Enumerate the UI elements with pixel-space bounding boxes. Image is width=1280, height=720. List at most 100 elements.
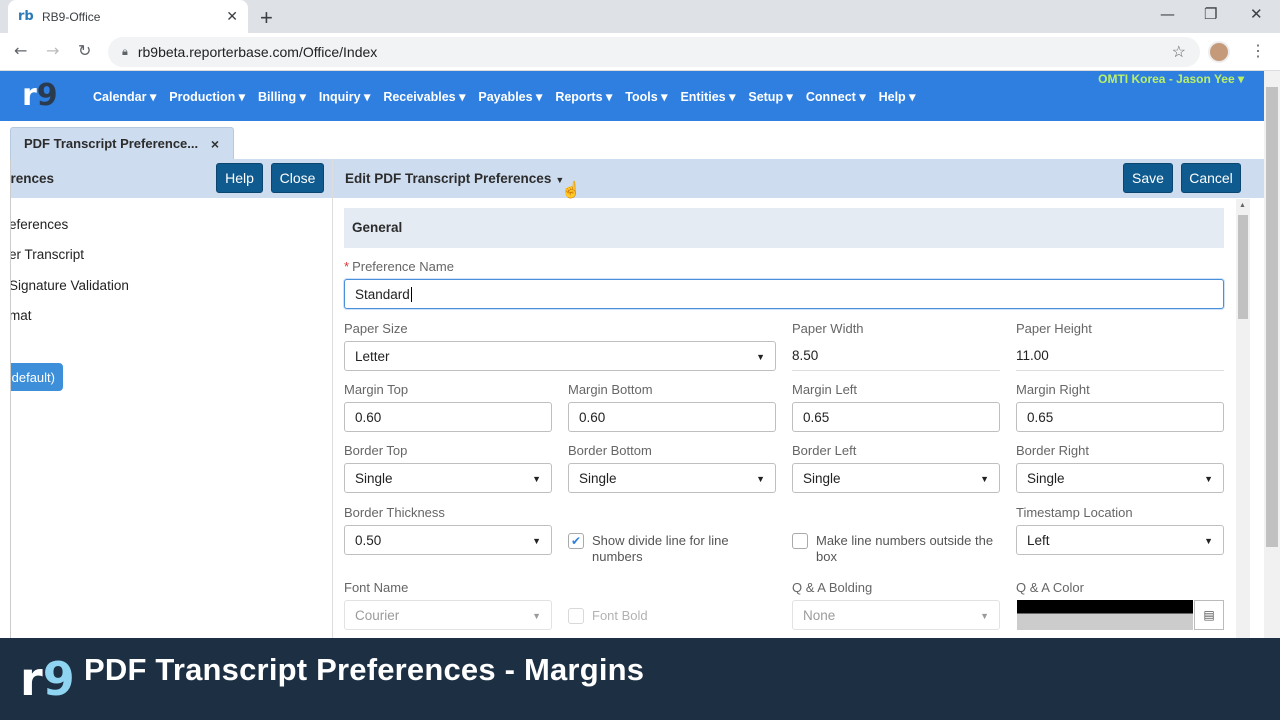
preference-name-input[interactable]: Standard <box>344 279 1224 309</box>
menu-item[interactable]: Help ▾ <box>879 89 916 104</box>
timestamp-location-select[interactable]: Left ▼ <box>1016 525 1224 555</box>
hand-cursor-icon: ☝ <box>561 182 581 199</box>
close-button[interactable]: Close <box>271 163 324 193</box>
document-tab[interactable]: PDF Transcript Preference... × <box>10 127 234 159</box>
page-scrollbar-thumb[interactable] <box>1266 87 1278 547</box>
restore-icon[interactable]: ❐ <box>1204 5 1217 23</box>
check-icon: ✔ <box>570 534 582 548</box>
save-button[interactable]: Save <box>1123 163 1173 193</box>
rb9-banner-logo: r9 <box>20 652 75 706</box>
margin-left-input[interactable]: 0.65 <box>792 402 1000 432</box>
forward-icon[interactable]: → <box>46 41 59 60</box>
dropdown-arrow-icon: ▼ <box>1204 536 1213 546</box>
menu-item[interactable]: Receivables ▾ <box>383 89 465 104</box>
window-close-icon[interactable]: ✕ <box>1250 5 1263 23</box>
border-bottom-select[interactable]: Single ▼ <box>568 463 776 493</box>
editor-header: Edit PDF Transcript Preferences ▼ Save Ca… <box>333 159 1264 198</box>
help-button[interactable]: Help <box>216 163 263 193</box>
cancel-button[interactable]: Cancel <box>1181 163 1241 193</box>
bookmark-star-icon[interactable]: ☆ <box>1172 42 1186 62</box>
document-tab-close-icon[interactable]: × <box>211 136 219 152</box>
section-general-header: General <box>344 208 1224 248</box>
font-bold-label: Font Bold <box>592 608 648 623</box>
margin-top-input[interactable]: 0.60 <box>344 402 552 432</box>
list-item[interactable]: eferences <box>11 217 68 232</box>
menu-item[interactable]: Setup ▾ <box>748 89 792 104</box>
document-tab-label: PDF Transcript Preference... <box>24 136 199 151</box>
dropdown-arrow-icon: ▼ <box>532 474 541 484</box>
menu-item[interactable]: Tools ▾ <box>625 89 667 104</box>
menu-item[interactable]: Connect ▾ <box>806 89 866 104</box>
menu-item[interactable]: Calendar ▾ <box>93 89 156 104</box>
browser-menu-icon[interactable]: ⋮ <box>1250 41 1266 61</box>
page-scrollbar[interactable] <box>1264 71 1280 638</box>
menu-item[interactable]: Billing ▾ <box>258 89 306 104</box>
timestamp-location-label: Timestamp Location <box>1016 505 1133 520</box>
paper-size-select[interactable]: Letter ▼ <box>344 341 776 371</box>
qa-bolding-select[interactable]: None ▼ <box>792 600 1000 630</box>
editor-title[interactable]: Edit PDF Transcript Preferences ▼ <box>345 171 564 186</box>
paper-height-value: 11.00 <box>1016 341 1224 371</box>
minimize-icon[interactable]: — <box>1160 5 1175 23</box>
rb9-logo[interactable]: r9 <box>22 71 62 121</box>
paper-width-value: 8.50 <box>792 341 1000 371</box>
margin-right-label: Margin Right <box>1016 382 1090 397</box>
paper-size-label: Paper Size <box>344 321 408 336</box>
dropdown-arrow-icon: ▼ <box>756 352 765 362</box>
show-divide-line-checkbox[interactable]: ✔ <box>568 533 584 549</box>
border-bottom-label: Border Bottom <box>568 443 652 458</box>
border-thickness-select[interactable]: 0.50 ▼ <box>344 525 552 555</box>
paper-height-label: Paper Height <box>1016 321 1092 336</box>
preference-name-label: * Preference Name <box>344 259 454 274</box>
color-picker-icon[interactable]: ▤ <box>1194 600 1224 630</box>
menu-item[interactable]: Payables ▾ <box>478 89 542 104</box>
menu-item[interactable]: Reports ▾ <box>555 89 612 104</box>
dropdown-arrow-icon: ▼ <box>532 611 541 621</box>
qa-bolding-label: Q & A Bolding <box>792 580 873 595</box>
browser-tab-strip: rb RB9-Office ✕ + — ❐ ✕ <box>0 0 1280 33</box>
close-tab-icon[interactable]: ✕ <box>226 8 238 25</box>
user-menu[interactable]: OMTI Korea - Jason Yee ▾ <box>1098 72 1244 86</box>
main-menu: Calendar ▾ Production ▾ Billing ▾ Inquiry ▾… <box>93 71 928 121</box>
new-tab-icon[interactable]: + <box>260 5 273 31</box>
margin-right-input[interactable]: 0.65 <box>1016 402 1224 432</box>
back-icon[interactable]: ← <box>14 41 27 60</box>
default-badge-button[interactable]: default) <box>11 363 63 391</box>
font-name-label: Font Name <box>344 580 409 595</box>
url-input[interactable]: 🔒︎ rb9beta.reporterbase.com/Office/Index… <box>108 37 1200 67</box>
border-left-select[interactable]: Single ▼ <box>792 463 1000 493</box>
reload-icon[interactable]: ↻ <box>78 41 91 60</box>
list-item[interactable]: mat <box>11 308 32 323</box>
menu-item[interactable]: Production ▾ <box>169 89 245 104</box>
video-title-banner: r9 PDF Transcript Preferences - Margins <box>0 638 1280 720</box>
list-item[interactable]: er Transcript <box>11 247 84 262</box>
form-scrollbar[interactable]: ▲ <box>1236 199 1250 638</box>
qa-color-swatch[interactable] <box>1017 600 1193 630</box>
line-numbers-outside-label: Make line numbers outside the box <box>816 533 994 564</box>
profile-avatar[interactable] <box>1208 41 1230 63</box>
list-pane-header: erences Help Close <box>11 159 332 198</box>
border-right-select[interactable]: Single ▼ <box>1016 463 1224 493</box>
font-bold-checkbox[interactable] <box>568 608 584 624</box>
url-text: rb9beta.reporterbase.com/Office/Index <box>137 44 378 60</box>
margin-top-label: Margin Top <box>344 382 409 397</box>
margin-bottom-input[interactable]: 0.60 <box>568 402 776 432</box>
menu-item[interactable]: Inquiry ▾ <box>319 89 370 104</box>
line-numbers-outside-checkbox[interactable] <box>792 533 808 549</box>
list-item[interactable]: Signature Validation <box>11 278 129 293</box>
border-top-select[interactable]: Single ▼ <box>344 463 552 493</box>
browser-tab-title: RB9-Office <box>42 9 101 24</box>
menu-item[interactable]: Entities ▾ <box>680 89 735 104</box>
favicon-icon: rb <box>18 8 34 24</box>
font-name-select[interactable]: Courier ▼ <box>344 600 552 630</box>
browser-tab[interactable]: rb RB9-Office ✕ <box>8 0 248 33</box>
required-marker: * <box>344 259 350 274</box>
dropdown-arrow-icon: ▼ <box>980 611 989 621</box>
margin-bottom-label: Margin Bottom <box>568 382 653 397</box>
dropdown-arrow-icon: ▼ <box>1204 474 1213 484</box>
scroll-up-icon[interactable]: ▲ <box>1239 202 1246 209</box>
border-left-label: Border Left <box>792 443 857 458</box>
paper-width-label: Paper Width <box>792 321 864 336</box>
dropdown-arrow-icon: ▼ <box>756 474 765 484</box>
form-scrollbar-thumb[interactable] <box>1238 215 1248 319</box>
